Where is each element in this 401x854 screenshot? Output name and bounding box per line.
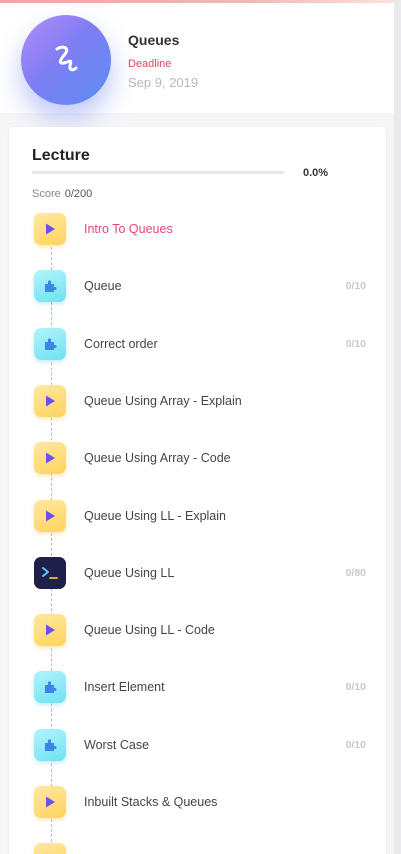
lecture-item-label: Worst Case (84, 738, 150, 752)
lecture-item[interactable]: Insert Element 0/10 (9, 667, 386, 707)
play-icon (34, 614, 66, 646)
play-icon (34, 385, 66, 417)
play-icon (34, 213, 66, 245)
progress-percent: 0.0% (303, 167, 329, 179)
lecture-item-score: 0/10 (345, 338, 366, 350)
play-icon (34, 500, 66, 532)
score-line: Score 0/200 (32, 188, 92, 200)
module-header: Queues Deadline Sep 9, 2019 (0, 3, 394, 113)
squiggle-logo-icon (48, 40, 84, 81)
lecture-item-score: 0/10 (345, 739, 366, 751)
play-icon (34, 442, 66, 474)
score-label: Score (32, 188, 61, 200)
play-icon (34, 786, 66, 818)
puzzle-icon (34, 328, 66, 360)
puzzle-icon (34, 729, 66, 761)
lecture-title: Lecture (32, 147, 90, 164)
score-value: 0/200 (64, 188, 93, 200)
lecture-item-label: Insert Element (84, 680, 165, 694)
deadline-label: Deadline (128, 58, 172, 70)
lecture-item[interactable]: Intro To Queues (9, 209, 386, 249)
lecture-item[interactable]: Queue Using LL 0/80 (9, 553, 386, 593)
lecture-item-label: Intro To Queues (84, 222, 173, 236)
lecture-item-score: 0/10 (345, 681, 366, 693)
scrollbar-track[interactable] (394, 0, 401, 854)
lecture-item-label: Queue Using LL (84, 566, 175, 580)
lecture-item[interactable]: Queue Using LL - Code (9, 610, 386, 650)
lecture-item-label: Inbuilt Stacks & Queues (84, 795, 218, 809)
deadline-date: Sep 9, 2019 (128, 75, 199, 90)
terminal-icon (34, 557, 66, 589)
lecture-item[interactable]: Queue Using LL - Explain (9, 496, 386, 536)
lecture-item-label: Queue Using LL - Explain (84, 509, 226, 523)
lecture-item-score: 0/10 (345, 280, 366, 292)
lecture-item[interactable]: Queue Using Array - Code (9, 438, 386, 478)
lecture-item-label: Queue (84, 279, 122, 293)
lecture-item-label: Queue Using Array - Code (84, 451, 231, 465)
lecture-item-score: 0/80 (345, 567, 366, 579)
lecture-item[interactable]: Queue 0/10 (9, 266, 386, 306)
module-title: Queues (128, 32, 180, 48)
play-icon (34, 843, 66, 854)
progress-bar (32, 171, 284, 174)
lecture-card: Lecture 0.0% Score 0/200 Intro To Queues Q… (9, 127, 386, 854)
lecture-item[interactable]: Queue Using Array - Explain (9, 381, 386, 421)
lecture-item[interactable]: Inbuilt Stacks & Queues (9, 782, 386, 822)
puzzle-icon (34, 270, 66, 302)
module-avatar (21, 15, 111, 105)
lecture-item-label: Queue Using Array - Explain (84, 394, 242, 408)
puzzle-icon (34, 671, 66, 703)
lecture-item-label: Correct order (84, 337, 158, 351)
lecture-item[interactable]: Worst Case 0/10 (9, 725, 386, 765)
lecture-item[interactable] (9, 839, 386, 854)
lecture-item-label: Queue Using LL - Code (84, 623, 215, 637)
lecture-item[interactable]: Correct order 0/10 (9, 324, 386, 364)
